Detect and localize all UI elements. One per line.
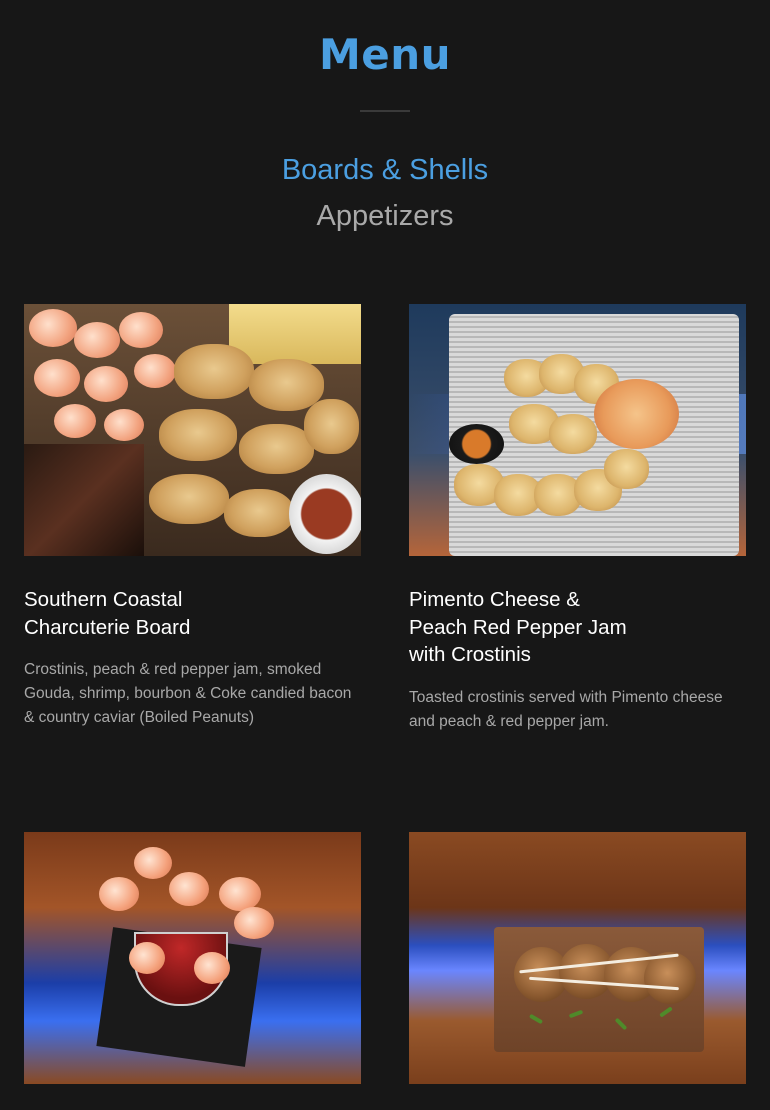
title-divider xyxy=(360,110,410,112)
menu-item-description: Crostinis, peach & red pepper jam, smoke… xyxy=(24,661,352,726)
pimento-cheese-photo xyxy=(409,304,746,556)
menu-item-card: Southern Coastal Charcuterie Board Crost… xyxy=(24,304,361,730)
menu-item-card xyxy=(24,832,361,1084)
fried-green-tomatoes-photo xyxy=(409,832,746,1084)
menu-item-name: Southern Coastal Charcuterie Board xyxy=(24,588,191,639)
menu-item-name: Pimento Cheese & Peach Red Pepper Jam wi… xyxy=(409,588,627,666)
section-subtitle: Appetizers xyxy=(316,200,454,232)
menu-item-description: Toasted crostinis served with Pimento ch… xyxy=(409,688,723,730)
page-title: Menu xyxy=(318,30,452,79)
section-title: Boards & Shells xyxy=(281,154,489,186)
menu-item-card xyxy=(409,832,746,1084)
menu-item-card: Pimento Cheese & Peach Red Pepper Jam wi… xyxy=(409,304,746,734)
shrimp-cocktail-photo xyxy=(24,832,361,1084)
charcuterie-board-photo xyxy=(24,304,361,556)
